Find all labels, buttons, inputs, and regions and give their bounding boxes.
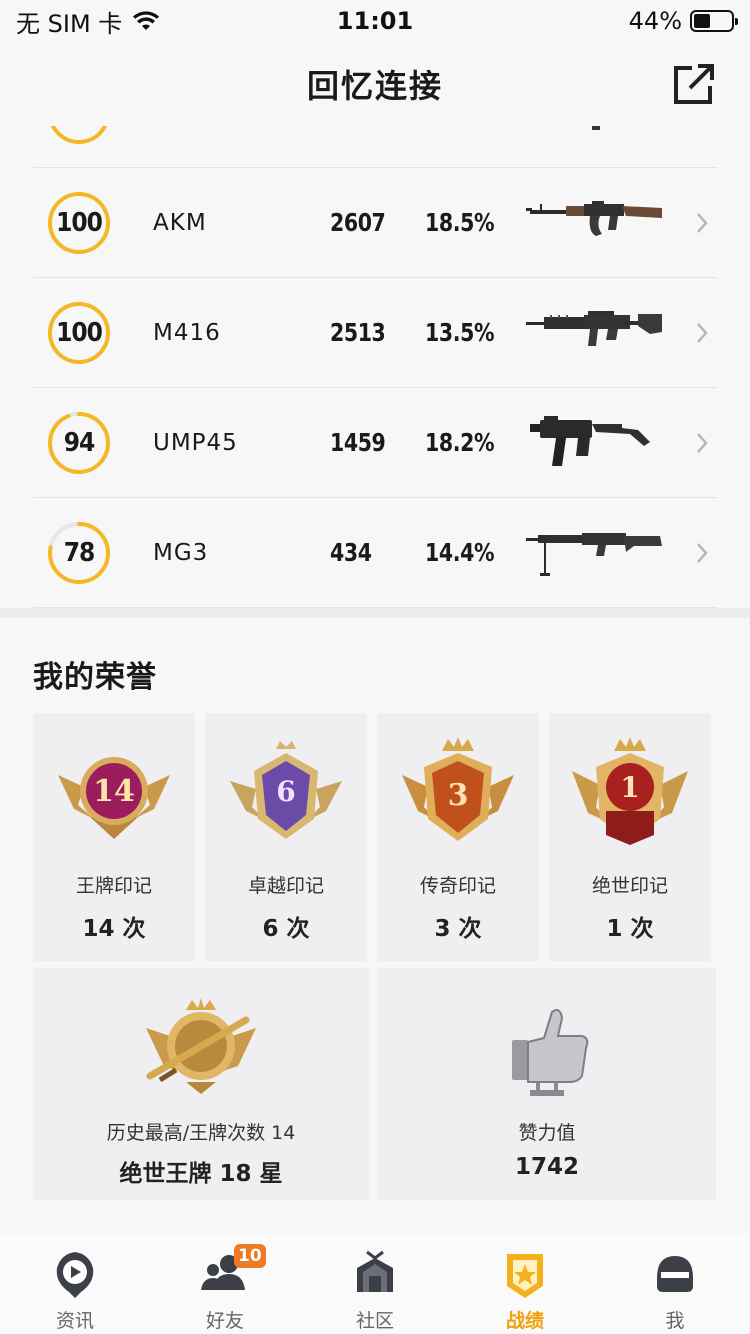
legend-mark-badge-icon: 3: [402, 737, 514, 841]
badge-number: 6: [276, 775, 295, 808]
m416-rifle-icon: [526, 311, 662, 346]
honor-card-value: 1 次: [606, 916, 654, 942]
status-bar: 无 SIM 卡 11:01 44%: [0, 0, 750, 42]
honor-card-value: 14 次: [82, 916, 146, 942]
badge-number: 3: [448, 778, 469, 813]
weapon-score: 100: [56, 208, 103, 238]
tab-label: 我: [665, 1310, 685, 1332]
badge-number: 1: [620, 771, 639, 804]
carrier-text: 无 SIM 卡: [16, 9, 123, 38]
tab-me[interactable]: 我: [600, 1234, 750, 1334]
excellent-mark-badge-icon: 6: [230, 741, 342, 839]
weapon-kills: 2513: [330, 318, 386, 347]
weapon-name: MG3: [153, 540, 209, 566]
highest-rank-label: 历史最高/王牌次数 14: [106, 1122, 296, 1144]
honor-card-ace[interactable]: 14 王牌印记 14 次: [33, 713, 195, 961]
tab-record[interactable]: 战绩: [450, 1234, 600, 1334]
weapon-rate: 18.5%: [425, 208, 495, 237]
rank-emblem-icon: [146, 998, 256, 1094]
chevron-right-icon: [697, 323, 708, 343]
badge-number: 14: [93, 774, 135, 809]
honor-card-peerless[interactable]: 1 绝世印记 1 次: [549, 713, 711, 961]
honor-card-label: 卓越印记: [247, 875, 324, 897]
honor-card-label: 传奇印记: [419, 875, 496, 897]
tab-label: 资讯: [55, 1310, 94, 1332]
honor-card-label: 王牌印记: [75, 875, 152, 897]
nav-bar: 回忆连接: [0, 42, 750, 126]
wifi-icon: [133, 11, 160, 30]
weapon-row-ump45[interactable]: 94 UMP45 1459 18.2%: [33, 388, 717, 498]
thumbs-up-trophy-icon: [512, 1009, 589, 1096]
section-divider: [0, 608, 750, 618]
honor-card-legend[interactable]: 3 传奇印记 3 次: [377, 713, 539, 961]
honor-card-value: 6 次: [262, 916, 310, 942]
weapon-row-m416[interactable]: 100 M416 2513 13.5%: [33, 278, 717, 388]
honor-card-value: 3 次: [434, 916, 482, 942]
tab-bar: 资讯 10 好友 社区 战绩 我: [0, 1234, 750, 1334]
weapon-kills: 1459: [330, 428, 386, 457]
tab-friends[interactable]: 10 好友: [150, 1234, 300, 1334]
battery-percent: 44%: [628, 7, 682, 35]
weapon-name: UMP45: [153, 430, 238, 456]
tab-community[interactable]: 社区: [300, 1234, 450, 1334]
news-play-icon: [56, 1252, 94, 1298]
honor-card-excellent[interactable]: 6 卓越印记 6 次: [205, 713, 367, 961]
record-badge-icon: [507, 1254, 543, 1298]
like-power-label: 赞力值: [518, 1122, 576, 1144]
chevron-right-icon: [697, 213, 708, 233]
tab-label: 社区: [355, 1310, 394, 1332]
highest-rank-value: 绝世王牌 18 星: [119, 1161, 283, 1187]
status-left: 无 SIM 卡: [16, 4, 160, 39]
page-title: 回忆连接: [306, 67, 443, 105]
gun-fragment-icon: [592, 126, 600, 130]
peerless-mark-badge-icon: 1: [572, 737, 688, 845]
weapon-score: 100: [56, 318, 103, 348]
weapon-row-mg3[interactable]: 78 MG3 434 14.4%: [33, 498, 717, 608]
tab-news[interactable]: 资讯: [0, 1234, 150, 1334]
mg3-machinegun-icon: [526, 533, 662, 576]
status-right: 44%: [628, 7, 738, 35]
weapon-name: AKM: [153, 210, 207, 236]
tab-label: 好友: [205, 1310, 244, 1332]
friends-badge: 10: [234, 1244, 266, 1268]
weapon-kills: 434: [330, 538, 372, 567]
battery-fill: [694, 14, 710, 28]
honor-card-label: 绝世印记: [591, 875, 668, 897]
weapon-score-ring: [48, 126, 110, 144]
weapon-score: 78: [63, 538, 96, 568]
weapon-score: 94: [63, 428, 96, 458]
tab-label: 战绩: [505, 1310, 544, 1332]
like-power-card[interactable]: 赞力值 1742: [378, 968, 716, 1200]
community-icon: [357, 1250, 393, 1292]
weapon-list: 100 AKM 2607 18.5% 100 M416 2513 13.5% 9…: [0, 126, 750, 608]
ace-mark-badge-icon: 14: [58, 757, 170, 839]
chevron-right-icon: [697, 543, 708, 563]
weapon-rate: 18.2%: [425, 428, 495, 457]
battery-icon: [690, 10, 738, 32]
weapon-kills: 2607: [330, 208, 386, 237]
share-external-icon[interactable]: [672, 62, 716, 106]
like-power-value: 1742: [514, 1154, 579, 1180]
chevron-right-icon: [697, 433, 708, 453]
weapon-name: M416: [153, 320, 221, 346]
weapon-rate: 13.5%: [425, 318, 495, 347]
weapon-row-akm[interactable]: 100 AKM 2607 18.5%: [33, 168, 717, 278]
weapon-row[interactable]: [33, 126, 717, 168]
ump45-smg-icon: [530, 416, 650, 466]
akm-rifle-icon: [526, 201, 662, 236]
helmet-icon: [657, 1256, 693, 1292]
honor-section-title: 我的荣誉: [33, 660, 157, 695]
highest-rank-card[interactable]: 历史最高/王牌次数 14 绝世王牌 18 星: [33, 968, 369, 1200]
weapon-rate: 14.4%: [425, 538, 495, 567]
